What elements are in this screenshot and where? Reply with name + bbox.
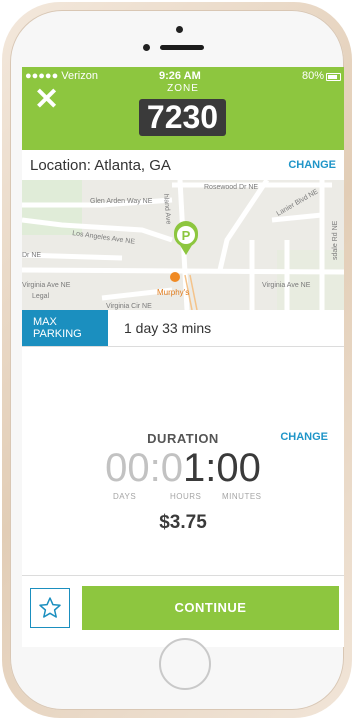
time-separator: : bbox=[149, 446, 161, 490]
max-parking-value: 1 day 33 mins bbox=[124, 320, 212, 336]
map-label: sdale Rd NE bbox=[332, 220, 339, 260]
map-label: Virginia Cir NE bbox=[106, 303, 152, 310]
days-label: DAYS bbox=[113, 492, 137, 501]
map-label: Virginia Ave NE bbox=[22, 282, 71, 289]
hours-value-leading: 0 bbox=[160, 446, 183, 490]
change-location-link[interactable]: CHANGE bbox=[288, 159, 336, 171]
map-label: Legal bbox=[32, 293, 50, 300]
camera-dot bbox=[143, 44, 150, 51]
map-label: Glen Arden Way NE bbox=[90, 198, 153, 205]
time-separator: : bbox=[205, 446, 217, 490]
days-value: 00 bbox=[105, 446, 150, 490]
map-label: Murphy's bbox=[157, 288, 189, 297]
zone-label: ZONE bbox=[167, 83, 199, 94]
footer-divider bbox=[22, 575, 344, 576]
header: ●●●●● Verizon 9:26 AM 80% ✕ ZONE 7230 bbox=[22, 67, 344, 150]
max-parking-badge: MAX PARKING bbox=[22, 310, 108, 346]
sensor-dot bbox=[176, 26, 183, 33]
max-parking-row: MAX PARKING 1 day 33 mins bbox=[22, 310, 344, 347]
star-icon bbox=[39, 597, 61, 618]
zone-number: 7230 bbox=[139, 99, 226, 136]
continue-button[interactable]: CONTINUE bbox=[82, 586, 339, 630]
map-label: Dr NE bbox=[22, 252, 41, 259]
restaurant-icon bbox=[170, 272, 180, 282]
clock-text: 9:26 AM bbox=[159, 70, 201, 82]
duration-time-display[interactable]: 00:01:00 bbox=[22, 448, 344, 488]
home-button[interactable] bbox=[159, 638, 211, 690]
carrier-text: ●●●●● Verizon bbox=[25, 70, 98, 82]
app-screen: ●●●●● Verizon 9:26 AM 80% ✕ ZONE 7230 Lo… bbox=[22, 67, 344, 647]
max-parking-label-1: MAX bbox=[33, 316, 57, 328]
hours-label: HOURS bbox=[170, 492, 202, 501]
map-label: Rosewood Dr NE bbox=[204, 184, 258, 191]
hours-value: 1 bbox=[183, 446, 206, 490]
favorite-button[interactable] bbox=[30, 588, 70, 628]
svg-text:P: P bbox=[182, 228, 191, 243]
minutes-value: 00 bbox=[216, 446, 261, 490]
max-parking-label-2: PARKING bbox=[33, 328, 82, 340]
battery-icon bbox=[326, 73, 341, 81]
location-bar: Location: Atlanta, GA CHANGE bbox=[22, 150, 344, 180]
battery-percent: 80% bbox=[301, 70, 324, 82]
price: $3.75 bbox=[159, 512, 207, 533]
minutes-label: MINUTES bbox=[222, 492, 262, 501]
location-text: Location: Atlanta, GA bbox=[30, 157, 171, 174]
change-duration-link[interactable]: CHANGE bbox=[280, 431, 328, 443]
duration-unit-labels: DAYS HOURS MINUTES bbox=[22, 492, 344, 504]
map-label: Virginia Ave NE bbox=[262, 282, 311, 289]
map[interactable]: Rosewood Dr NE Glen Arden Way NE Lanier … bbox=[22, 180, 344, 310]
map-graphic: Rosewood Dr NE Glen Arden Way NE Lanier … bbox=[22, 180, 344, 310]
earpiece-speaker bbox=[160, 45, 204, 50]
